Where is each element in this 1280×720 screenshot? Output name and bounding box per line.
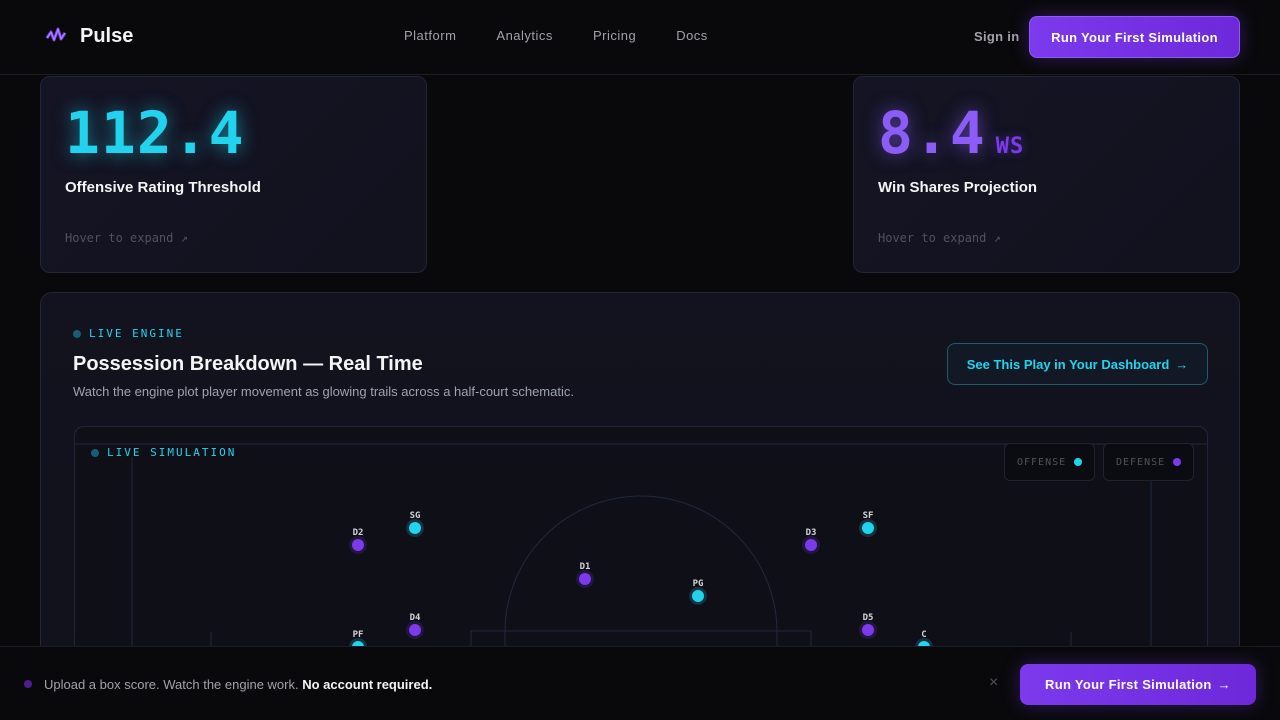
- player-marker-sf[interactable]: SF: [859, 511, 877, 537]
- arrow-right-icon: →: [1175, 356, 1189, 372]
- bottom-promo-bar: Upload a box score. Watch the engine wor…: [0, 646, 1280, 720]
- nav-link-analytics[interactable]: Analytics: [496, 28, 553, 43]
- player-label: D4: [410, 613, 421, 623]
- player-marker-d3[interactable]: D3: [802, 528, 820, 554]
- see-play-dashboard-button[interactable]: See This Play in Your Dashboard →: [947, 343, 1208, 385]
- legend-offense[interactable]: OFFENSE: [1004, 443, 1096, 481]
- pulse-logo-icon: [45, 27, 67, 42]
- nav-link-pricing[interactable]: Pricing: [593, 28, 636, 43]
- player-marker-d1[interactable]: D1: [576, 562, 594, 588]
- live-engine-label: LIVE ENGINE: [89, 327, 184, 340]
- promo-dot: [24, 680, 32, 688]
- player-marker-sg[interactable]: SG: [406, 511, 424, 537]
- stat-number: 8.4: [878, 99, 986, 167]
- legend-offense-label: OFFENSE: [1017, 456, 1067, 468]
- offense-dot-icon: [1074, 458, 1083, 466]
- player-dot: [805, 539, 817, 551]
- promo-text: Upload a box score. Watch the engine wor…: [44, 677, 432, 692]
- stat-number: 112.4: [65, 99, 245, 167]
- nav-link-docs[interactable]: Docs: [676, 28, 708, 43]
- dashboard-button-label: See This Play in Your Dashboard: [966, 356, 1170, 372]
- stat-card-offensive-rating[interactable]: 112.4 Offensive Rating Threshold Hover t…: [40, 76, 427, 273]
- live-simulation-tag: LIVE SIMULATION: [91, 446, 236, 459]
- live-indicator-dot: [73, 329, 81, 338]
- nav-links: Platform Analytics Pricing Docs: [404, 28, 708, 43]
- player-marker-d2[interactable]: D2: [349, 528, 367, 554]
- sign-in-link[interactable]: Sign in: [974, 29, 1019, 44]
- arrow-right-icon: →: [1217, 677, 1231, 692]
- top-nav: Pulse Platform Analytics Pricing Docs Si…: [0, 0, 1280, 75]
- engine-subtitle: Watch the engine plot player movement as…: [73, 384, 574, 399]
- player-label: PG: [693, 579, 704, 589]
- bottom-cta-label: Run Your First Simulation: [1045, 677, 1212, 692]
- legend-defense[interactable]: DEFENSE: [1103, 443, 1195, 481]
- nav-link-platform[interactable]: Platform: [404, 28, 456, 43]
- player-label: PF: [353, 630, 364, 640]
- player-dot: [579, 573, 591, 585]
- promo-emphasis: No account required.: [302, 677, 433, 692]
- player-dot: [862, 624, 874, 636]
- player-label: D1: [580, 562, 591, 572]
- engine-title: Possession Breakdown — Real Time: [73, 353, 423, 375]
- live-engine-tag: LIVE ENGINE: [73, 327, 184, 340]
- stat-hint: Hover to expand ↗: [878, 231, 1001, 245]
- stat-value: 112.4: [65, 99, 245, 167]
- player-marker-pg[interactable]: PG: [689, 579, 707, 605]
- legend-defense-label: DEFENSE: [1116, 456, 1166, 468]
- brand[interactable]: Pulse: [44, 24, 133, 48]
- stat-value: 8.4 WS: [878, 99, 1024, 167]
- player-label: C: [921, 630, 926, 640]
- player-marker-d5[interactable]: D5: [859, 613, 877, 639]
- stat-unit: WS: [995, 134, 1025, 159]
- player-label: D2: [353, 528, 364, 538]
- player-dot: [409, 522, 421, 534]
- run-simulation-button[interactable]: Run Your First Simulation: [1029, 16, 1240, 58]
- promo-message: Upload a box score. Watch the engine wor…: [44, 677, 299, 692]
- player-dot: [692, 590, 704, 602]
- player-dot: [352, 539, 364, 551]
- player-label: SG: [410, 511, 421, 521]
- player-label: D5: [863, 613, 874, 623]
- stat-card-win-shares[interactable]: 8.4 WS Win Shares Projection Hover to exp…: [853, 76, 1240, 273]
- stat-label: Win Shares Projection: [878, 179, 1038, 196]
- player-dot: [862, 522, 874, 534]
- run-simulation-bottom-button[interactable]: Run Your First Simulation →: [1020, 664, 1256, 705]
- players-layer: SG D2 D1 PG D3 SF D4 PF D5 C: [349, 511, 933, 656]
- stat-hint: Hover to expand ↗: [65, 231, 188, 245]
- player-label: D3: [806, 528, 817, 538]
- player-label: SF: [863, 511, 874, 521]
- defense-dot-icon: [1173, 458, 1182, 466]
- close-icon[interactable]: ×: [989, 674, 998, 692]
- brand-name: Pulse: [80, 24, 134, 47]
- live-indicator-dot: [91, 448, 99, 457]
- player-dot: [409, 624, 421, 636]
- stat-label: Offensive Rating Threshold: [65, 179, 261, 196]
- player-marker-d4[interactable]: D4: [406, 613, 424, 639]
- live-simulation-label: LIVE SIMULATION: [107, 446, 237, 459]
